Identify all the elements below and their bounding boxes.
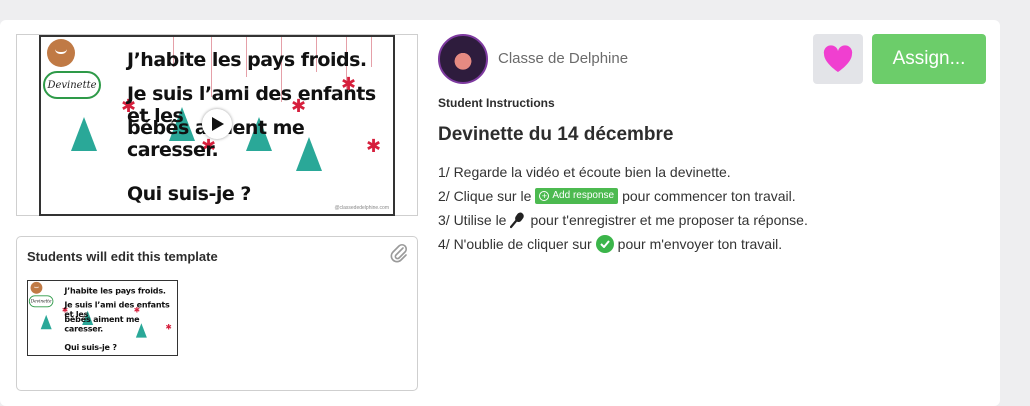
tree-icon — [40, 314, 52, 330]
heart-icon — [823, 45, 853, 72]
video-thumbnail[interactable]: Devinette ✱ ✱ ✱ ✱ ✱ J’habite les pays fr… — [39, 35, 395, 216]
assign-button[interactable]: Assign... — [872, 34, 986, 84]
step-text: 1/ Regarde la vidéo et écoute bien la de… — [438, 164, 731, 180]
riddle-line: bébés aiment me caresser. — [64, 314, 140, 334]
checkmark-icon — [595, 235, 614, 253]
video-preview: Devinette ✱ ✱ ✱ ✱ ✱ J’habite les pays fr… — [16, 34, 418, 216]
step-text: pour commencer ton travail. — [622, 188, 796, 204]
step-text: pour t'enregistrer et me proposer ta rép… — [530, 212, 808, 228]
devinette-badge: Devinette — [43, 71, 101, 99]
author-avatar[interactable] — [438, 34, 488, 84]
gingerbread-icon — [30, 281, 43, 294]
template-thumbnail[interactable]: Devinette ✱ ✱ ✱ J’habite les pays froids… — [27, 280, 178, 356]
paperclip-icon[interactable] — [389, 243, 409, 263]
step-text: 3/ Utilise le — [438, 212, 507, 228]
add-response-badge: + Add response — [535, 188, 619, 204]
riddle-line: J’habite les pays froids. — [127, 49, 367, 71]
step-text: 2/ Clique sur le — [438, 188, 532, 204]
gingerbread-icon — [47, 39, 75, 67]
watermark: @classededelphine.com — [334, 205, 389, 211]
microphone-icon — [510, 212, 525, 229]
assignment-title: Devinette du 14 décembre — [438, 124, 674, 145]
add-response-label: Add response — [552, 190, 615, 201]
riddle-line: Qui suis-je ? — [127, 183, 251, 205]
decor-string — [371, 37, 372, 67]
riddle-line: bébés aiment me caresser. — [127, 117, 305, 161]
riddle-line: J’habite les pays froids. — [64, 286, 166, 296]
like-button[interactable] — [813, 34, 863, 84]
template-title: Students will edit this template — [27, 249, 218, 264]
author-name[interactable]: Classe de Delphine — [498, 50, 628, 67]
step-text: pour m'envoyer ton travail. — [617, 236, 783, 252]
instruction-step: 4/ N'oublie de cliquer sur pour m'envoye… — [438, 232, 808, 256]
riddle-line: Qui suis-je ? — [64, 342, 117, 353]
tree-icon — [71, 117, 97, 151]
devinette-badge: Devinette — [28, 295, 54, 308]
play-icon — [212, 117, 224, 131]
instructions-label: Student Instructions — [438, 96, 555, 110]
plus-icon: + — [539, 191, 550, 201]
instruction-step: 3/ Utilise le pour t'enregistrer et me p… — [438, 208, 808, 232]
template-panel: Students will edit this template Devinet… — [16, 236, 418, 391]
play-button[interactable] — [202, 109, 232, 139]
instruction-step: 1/ Regarde la vidéo et écoute bien la de… — [438, 160, 808, 184]
instruction-steps: 1/ Regarde la vidéo et écoute bien la de… — [438, 160, 808, 256]
instruction-step: 2/ Clique sur le + Add response pour com… — [438, 184, 808, 208]
activity-card: Devinette ✱ ✱ ✱ ✱ ✱ J’habite les pays fr… — [0, 20, 1000, 406]
step-text: 4/ N'oublie de cliquer sur — [438, 236, 592, 252]
